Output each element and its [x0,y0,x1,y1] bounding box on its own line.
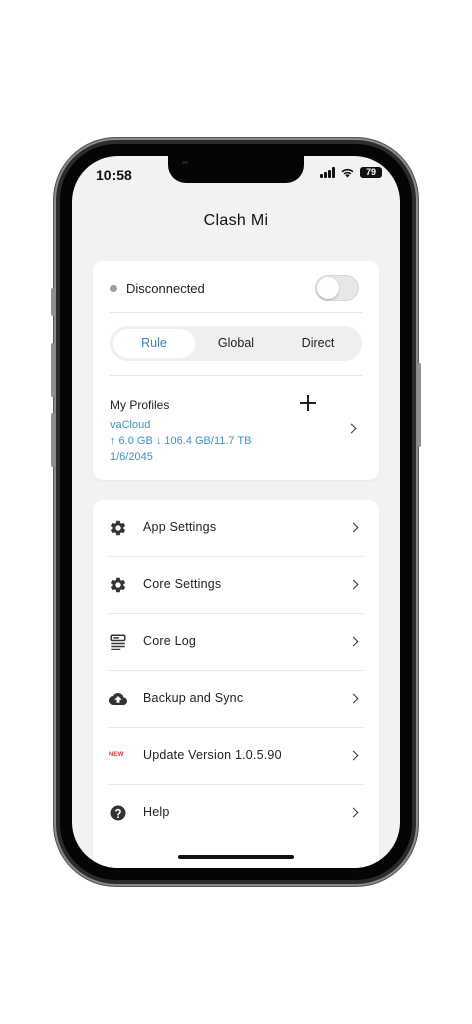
connect-toggle[interactable] [315,275,359,301]
menu-label: Help [143,805,170,819]
volume-down-button [51,413,55,467]
chevron-right-icon [348,636,359,647]
connection-status: Disconnected [126,280,205,296]
profiles-heading: My Profiles [110,398,170,412]
chevron-right-icon [348,807,359,818]
status-dot [110,284,117,292]
menu-label: App Settings [143,520,217,534]
new-badge-icon: NEW [109,752,124,758]
divider [110,375,362,376]
menu-label: Core Log [143,634,197,648]
mode-global[interactable]: Global [195,329,277,358]
status-indicators: 79 [320,167,382,178]
wifi-icon [341,168,354,178]
help-icon [110,805,126,821]
silent-switch [51,288,55,316]
page-title: Clash Mi [203,212,269,229]
chevron-right-icon [348,522,359,533]
connection-card: Disconnected Rule Global Direct My Profi… [93,261,379,480]
menu-item-backup-sync[interactable]: Backup and Sync [93,671,379,728]
profile-usage: ↑ 6.0 GB ↓ 106.4 GB/11.7 TB [110,435,252,447]
phone-frame: 10:58 79 Clash Mi Disconnected Rule Glob… [51,138,421,886]
home-indicator[interactable] [178,855,294,859]
menu-label: Backup and Sync [143,691,244,705]
menu-label: Core Settings [143,577,222,591]
power-button [417,363,421,447]
mode-direct[interactable]: Direct [277,329,359,358]
volume-up-button [51,343,55,397]
menu-item-app-settings[interactable]: App Settings [93,500,379,557]
mode-rule[interactable]: Rule [113,329,195,358]
menu-item-core-settings[interactable]: Core Settings [93,557,379,614]
log-icon [110,634,126,650]
add-profile-button[interactable] [299,394,317,412]
screen: 10:58 79 Clash Mi Disconnected Rule Glob… [72,156,400,868]
menu-item-core-log[interactable]: Core Log [93,614,379,671]
signal-icon [320,167,335,178]
gear-icon [110,520,126,536]
notch [168,156,304,183]
cloud-upload-icon [109,693,127,705]
menu-card: App Settings Core Settings Core Log Back… [93,500,379,868]
chevron-right-icon [348,693,359,704]
chevron-right-icon [348,750,359,761]
connection-row: Disconnected [110,275,359,301]
chevron-right-icon [346,423,357,434]
profile-expiry: 1/6/2045 [110,451,153,463]
menu-label: Update Version 1.0.5.90 [143,748,282,762]
battery-icon: 79 [360,167,382,178]
menu-item-update-version[interactable]: NEW Update Version 1.0.5.90 [93,728,379,785]
gear-icon [110,577,126,593]
mode-selector: Rule Global Direct [110,326,362,361]
menu-item-help[interactable]: Help [93,785,379,842]
chevron-right-icon [348,579,359,590]
status-time: 10:58 [96,167,132,183]
divider [110,312,362,313]
profile-name: vaCloud [110,419,151,431]
